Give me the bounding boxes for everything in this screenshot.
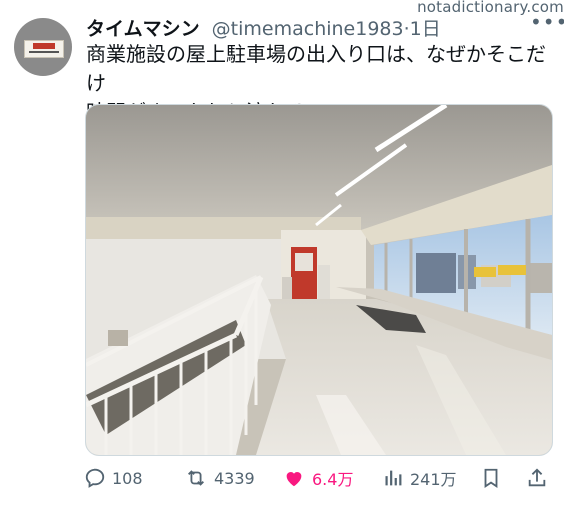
timestamp[interactable]: 1日 xyxy=(410,18,441,40)
avatar[interactable] xyxy=(14,18,72,76)
views-icon xyxy=(385,470,402,486)
tweet-text-line: 商業施設の屋上駐車場の出入り口は、なぜかそこだけ xyxy=(86,42,546,95)
ellipsis-icon[interactable]: ••• xyxy=(530,10,564,34)
bookmark-icon xyxy=(484,468,498,488)
retweet-button[interactable]: 4339 xyxy=(184,462,255,494)
share-icon xyxy=(528,468,546,487)
views-count: 241万 xyxy=(410,470,457,489)
tweet-header: タイムマシン @timemachine1983·1日 xyxy=(86,14,441,41)
photo-scene xyxy=(86,105,552,455)
action-bar: 108 4339 6.4万 241万 xyxy=(84,462,552,494)
retweet-icon xyxy=(188,470,204,486)
avatar-image xyxy=(24,40,64,58)
reply-icon xyxy=(85,468,105,488)
views-button[interactable]: 241万 xyxy=(382,462,457,494)
retweet-count: 4339 xyxy=(214,468,255,488)
tweet-photo[interactable] xyxy=(85,104,553,456)
reply-button[interactable]: 108 xyxy=(84,462,143,494)
display-name[interactable]: タイムマシン xyxy=(86,18,200,40)
like-count: 6.4万 xyxy=(312,470,354,489)
like-icon xyxy=(286,472,302,487)
user-handle[interactable]: @timemachine1983 xyxy=(212,18,404,40)
reply-count: 108 xyxy=(112,468,143,488)
like-button[interactable]: 6.4万 xyxy=(282,462,353,494)
bookmark-button[interactable] xyxy=(480,462,502,494)
share-button[interactable] xyxy=(526,462,548,494)
